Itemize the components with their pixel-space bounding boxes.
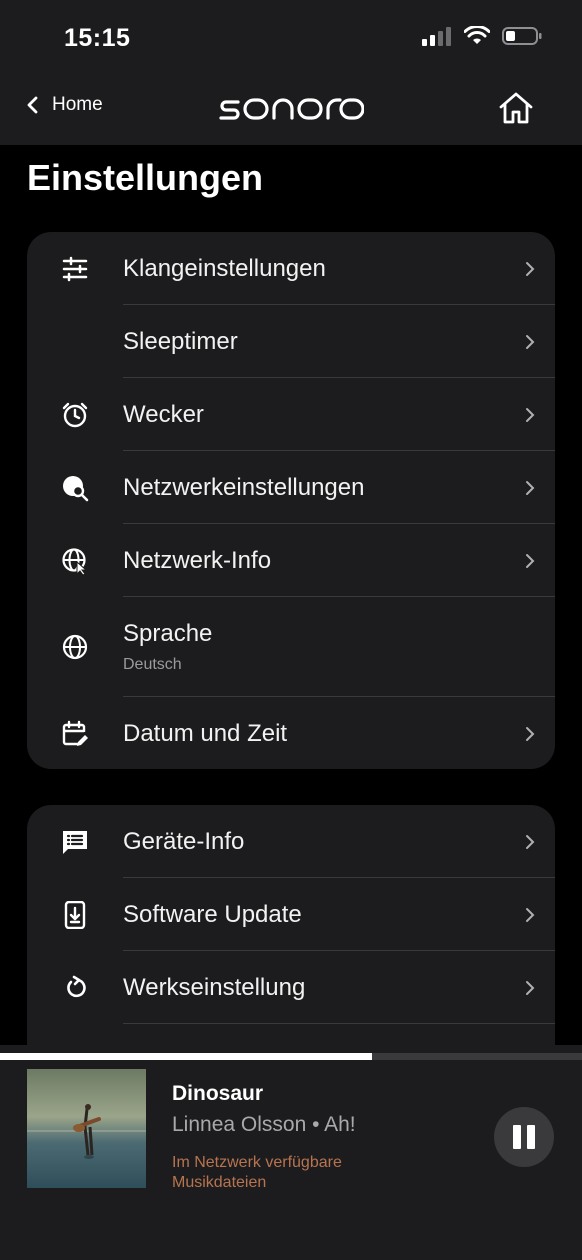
settings-item-software-update[interactable]: Software Update	[27, 878, 555, 951]
device-info-icon	[63, 830, 87, 854]
home-icon[interactable]	[498, 90, 534, 126]
page-title: Einstellungen	[27, 157, 264, 198]
globe-icon	[62, 634, 88, 660]
settings-item-label: Klangeinstellungen	[123, 254, 326, 282]
chevron-right-icon	[526, 980, 535, 995]
settings-item-klangeinstellungen[interactable]: Klangeinstellungen	[27, 232, 555, 305]
chevron-right-icon	[526, 907, 535, 922]
chevron-right-icon	[526, 407, 535, 422]
wifi-icon	[464, 26, 490, 44]
calendar-edit-icon	[62, 720, 88, 746]
download-icon	[64, 900, 86, 929]
playback-progress-fill	[0, 1053, 373, 1060]
chevron-right-icon	[526, 261, 535, 276]
settings-item-sleeptimer[interactable]: Sleeptimer	[27, 305, 555, 378]
back-label: Home	[52, 94, 103, 115]
reset-icon	[67, 975, 86, 997]
album-art	[27, 1069, 146, 1188]
moon-icon	[69, 330, 80, 353]
sonoro-logo	[219, 98, 364, 120]
settings-item-label: Sleeptimer	[123, 327, 238, 355]
settings-item-wecker[interactable]: Wecker	[27, 378, 555, 451]
network-search-icon	[63, 475, 89, 501]
chevron-right-icon	[526, 334, 535, 349]
clock-time: 15:15	[64, 24, 131, 52]
settings-item-netzwerk-info[interactable]: Netzwerk-Info	[27, 524, 555, 597]
chevron-right-icon	[526, 834, 535, 849]
settings-item-sprache[interactable]: Sprache Deutsch	[27, 597, 555, 697]
playback-progress-bar[interactable]	[0, 1053, 582, 1060]
mini-player[interactable]: Dinosaur Linnea Olsson • Ah! Im Netzwerk…	[0, 1045, 582, 1260]
settings-item-label: Datum und Zeit	[123, 719, 288, 747]
settings-item-label: Netzwerkeinstellungen	[123, 473, 365, 501]
pause-button[interactable]	[494, 1107, 554, 1167]
settings-item-label: Netzwerk-Info	[123, 546, 272, 574]
settings-item-label: Geräte-Info	[123, 827, 245, 855]
track-source: Im Netzwerk verfügbare Musikdateien	[172, 1154, 342, 1191]
chevron-left-icon	[27, 96, 38, 114]
album-art-figure	[27, 1104, 146, 1159]
settings-item-datum-und-zeit[interactable]: Datum und Zeit	[27, 697, 555, 769]
settings-item-label: Sprache	[123, 620, 213, 647]
current-language-value: Deutsch	[123, 656, 182, 673]
network-info-icon	[62, 547, 88, 575]
chevron-right-icon	[526, 726, 535, 741]
settings-item-netzwerkeinstellungen[interactable]: Netzwerkeinstellungen	[27, 451, 555, 524]
settings-group-general: Klangeinstellungen Sleeptimer Wecker Net…	[27, 232, 555, 769]
settings-group-device: Geräte-Info Software Update Werkseinstel…	[27, 805, 555, 1065]
cellular-signal-icon	[422, 27, 451, 46]
track-artist-album[interactable]: Linnea Olsson • Ah!	[172, 1113, 356, 1137]
status-bar: 15:15	[0, 0, 582, 78]
settings-item-label: Werkseinstellung	[123, 973, 306, 1001]
status-icons	[422, 26, 542, 46]
sliders-icon	[62, 256, 88, 281]
navigation-bar: Home	[0, 78, 582, 145]
chevron-right-icon	[526, 480, 535, 495]
track-title[interactable]: Dinosaur	[172, 1082, 263, 1106]
settings-item-werkseinstellung[interactable]: Werkseinstellung	[27, 951, 555, 1024]
settings-item-label: Wecker	[123, 400, 204, 428]
battery-icon	[502, 27, 542, 45]
alarm-clock-icon	[62, 402, 88, 427]
pause-icon	[513, 1125, 535, 1149]
chevron-right-icon	[526, 553, 535, 568]
settings-item-geraete-info[interactable]: Geräte-Info	[27, 805, 555, 878]
settings-item-label: Software Update	[123, 900, 302, 928]
back-button[interactable]: Home	[26, 94, 103, 116]
